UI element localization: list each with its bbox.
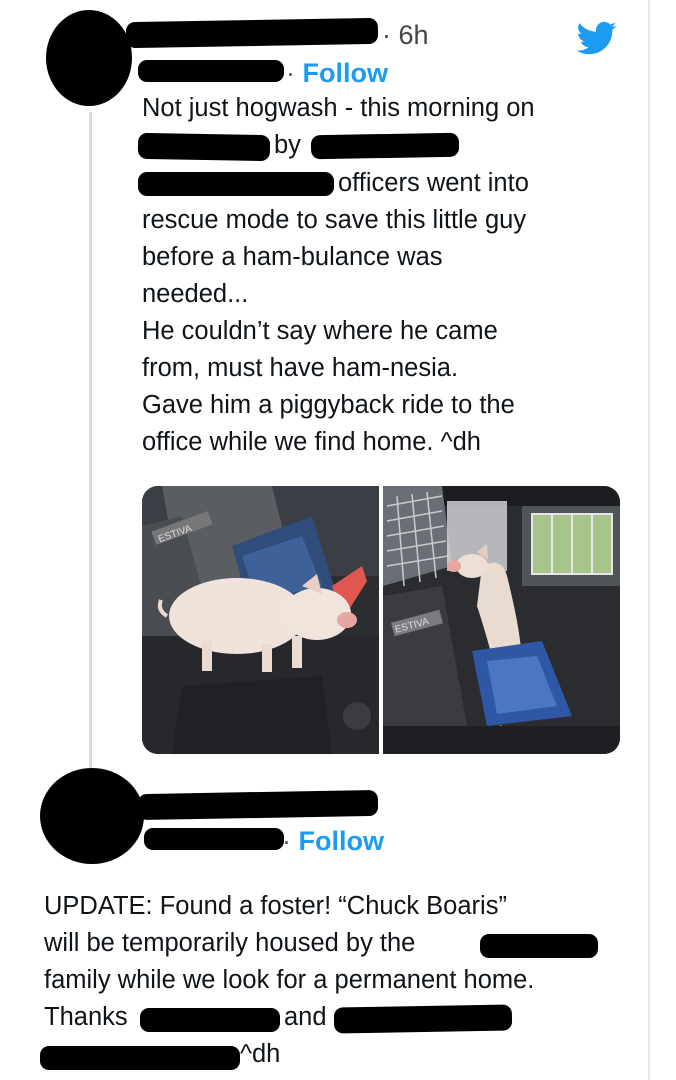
tweet-text-line: from, must have ham-nesia. xyxy=(142,354,459,382)
redacted-display-name xyxy=(125,17,379,49)
tweet-text-line: family while we look for a permanent hom… xyxy=(44,966,535,994)
redacted-mention xyxy=(333,1004,513,1034)
tweet-text-line: by xyxy=(274,131,301,159)
follow-button[interactable]: · Follow xyxy=(286,58,388,89)
follow-button[interactable]: · Follow xyxy=(282,826,384,857)
tweet-text-line: needed... xyxy=(142,280,249,308)
redacted-account xyxy=(310,132,460,160)
tweet-text-line: Not just hogwash - this morning on xyxy=(142,94,535,122)
redacted-mention xyxy=(40,1046,240,1070)
tweet-text-line: UPDATE: Found a foster! “Chuck Boaris” xyxy=(44,892,507,920)
twitter-bird-icon xyxy=(576,21,617,55)
redacted-account xyxy=(137,132,271,162)
tweet-text-line: before a ham-bulance was xyxy=(142,243,443,271)
photo-pig-in-cruiser[interactable]: ESTIVA xyxy=(383,486,620,754)
tweet-text-line: ^dh xyxy=(240,1040,281,1068)
redacted-family-name xyxy=(480,934,598,958)
timestamp[interactable]: · 6h xyxy=(382,20,429,51)
thread-connector-line xyxy=(89,112,92,768)
tweet-text-line: will be temporarily housed by the xyxy=(44,929,416,957)
redacted-handle xyxy=(138,60,284,82)
timestamp-text: 6h xyxy=(398,20,429,50)
tweet-text-line: Thanks xyxy=(44,1003,128,1031)
tweet-text-line: Gave him a piggyback ride to the xyxy=(142,391,515,419)
follow-label: Follow xyxy=(302,58,388,88)
tweet-media-grid[interactable]: ESTIVA ESTIVA xyxy=(142,486,620,754)
redacted-handle xyxy=(144,828,284,850)
tweet-text-line: He couldn’t say where he came xyxy=(142,317,498,345)
avatar[interactable] xyxy=(46,10,132,106)
tweet-text-line: and xyxy=(284,1003,327,1031)
tweet-text-line: rescue mode to save this little guy xyxy=(142,206,527,234)
tweet-text-line: officers went into xyxy=(338,169,529,197)
redacted-display-name xyxy=(137,789,379,821)
follow-label: Follow xyxy=(298,826,384,856)
photo-pig-on-seat[interactable]: ESTIVA xyxy=(142,486,379,754)
redacted-agency xyxy=(138,172,334,196)
redacted-mention xyxy=(140,1008,280,1032)
avatar[interactable] xyxy=(40,768,144,864)
tweet-text-line: office while we find home. ^dh xyxy=(142,428,481,456)
